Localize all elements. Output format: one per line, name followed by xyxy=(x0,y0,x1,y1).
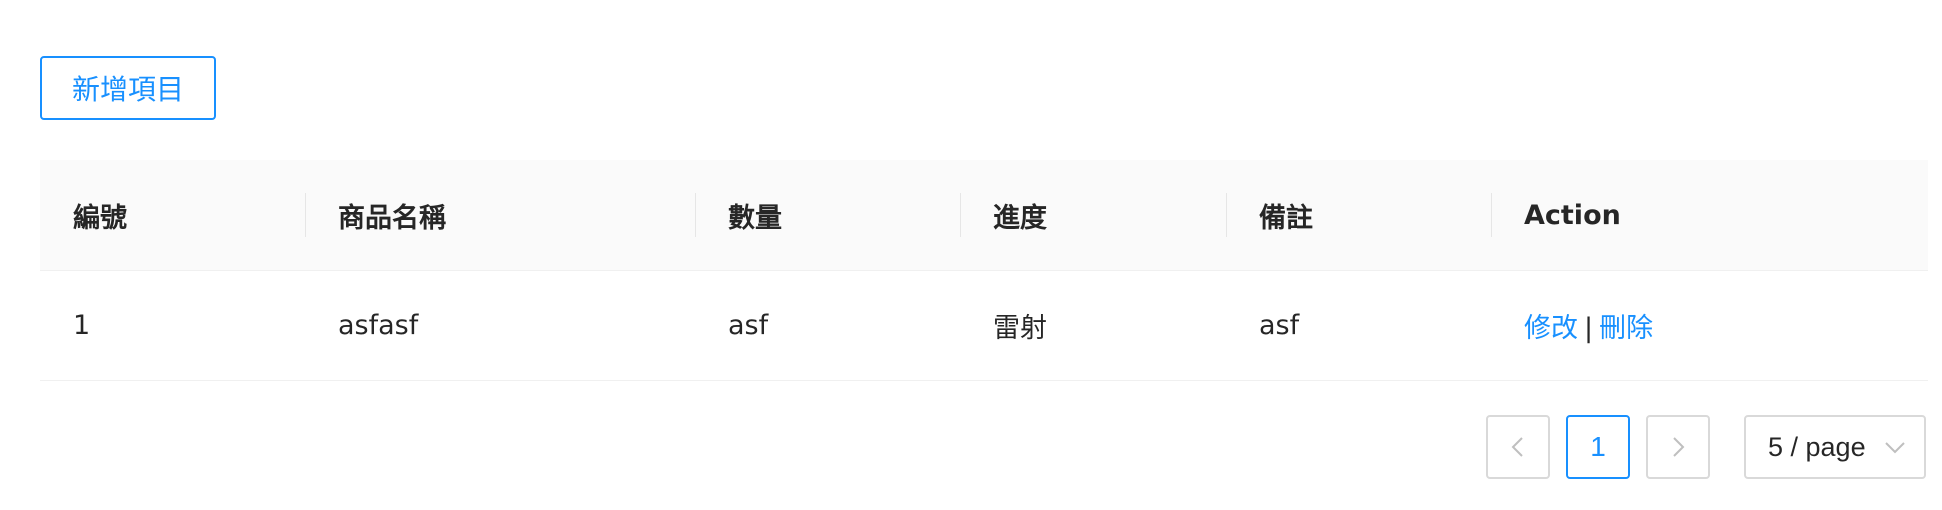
column-header-progress: 進度 xyxy=(960,196,1226,235)
column-header-action: Action xyxy=(1491,200,1928,231)
column-header-quantity: 數量 xyxy=(695,196,960,235)
prev-page-button[interactable] xyxy=(1486,415,1550,479)
cell-id: 1 xyxy=(73,310,91,341)
table-row: 1 asfasf asf 雷射 asf 修改 | 刪除 xyxy=(40,271,1928,381)
action-separator: | xyxy=(1584,313,1594,344)
table-header: 編號 商品名稱 數量 進度 備註 Action xyxy=(40,160,1928,271)
next-page-button[interactable] xyxy=(1646,415,1710,479)
page: 新增項目 編號 商品名稱 數量 進度 備註 Action 1 asfasf as… xyxy=(0,0,1942,510)
chevron-right-icon xyxy=(1673,437,1685,457)
delete-link[interactable]: 刪除 xyxy=(1599,313,1653,344)
column-header-note: 備註 xyxy=(1226,196,1491,235)
items-table: 編號 商品名稱 數量 進度 備註 Action 1 asfasf asf 雷射 … xyxy=(40,160,1928,381)
pagination: 1 5 / page xyxy=(1486,415,1926,479)
page-size-value: 5 / page xyxy=(1768,431,1866,462)
edit-link[interactable]: 修改 xyxy=(1524,313,1578,344)
cell-product-name: asfasf xyxy=(338,310,419,341)
column-header-product-name: 商品名稱 xyxy=(305,196,695,235)
cell-quantity: asf xyxy=(728,310,769,341)
page-button-1[interactable]: 1 xyxy=(1566,415,1630,479)
cell-progress: 雷射 xyxy=(993,313,1047,344)
cell-note: asf xyxy=(1259,310,1300,341)
cell-actions: 修改 | 刪除 xyxy=(1491,306,1928,345)
chevron-down-icon xyxy=(1885,442,1905,454)
add-item-button[interactable]: 新增項目 xyxy=(40,56,216,120)
chevron-left-icon xyxy=(1511,437,1523,457)
column-header-id: 編號 xyxy=(73,202,127,234)
page-size-select[interactable]: 5 / page xyxy=(1744,415,1926,479)
